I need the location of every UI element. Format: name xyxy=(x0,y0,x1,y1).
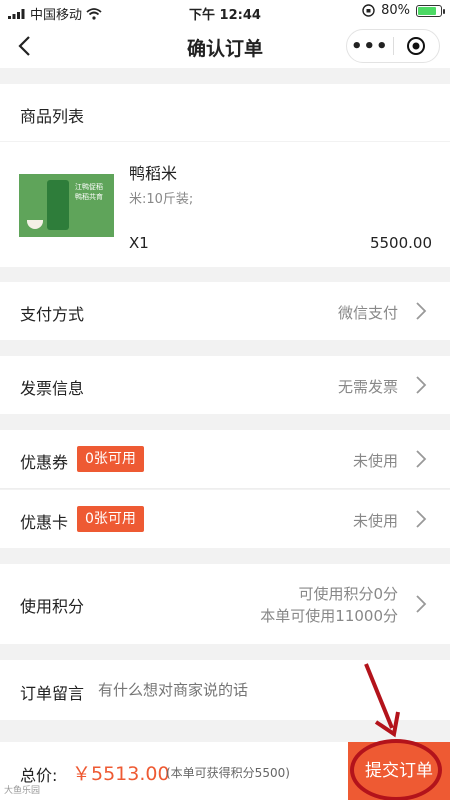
product-price: 5500.00 xyxy=(369,234,432,252)
total-price: ￥5513.00 xyxy=(72,763,170,785)
product-list-title: 商品列表 xyxy=(20,107,85,126)
order-remark-label: 订单留言 xyxy=(20,684,85,703)
chevron-right-icon xyxy=(416,510,427,528)
invoice-label: 发票信息 xyxy=(20,379,85,398)
annotation-arrow-icon xyxy=(364,663,400,738)
payment-method-label: 支付方式 xyxy=(20,305,85,324)
discount-card-count-badge: 0张可用 xyxy=(77,506,144,532)
points-available: 可使用积分0分 xyxy=(298,585,398,603)
product-quantity: X1 xyxy=(129,234,149,252)
coupon-row[interactable]: 优惠券 0张可用 未使用 xyxy=(0,430,450,489)
annotation-circle xyxy=(350,739,442,800)
chevron-right-icon xyxy=(416,302,427,320)
coupon-value: 未使用 xyxy=(352,452,398,470)
discount-card-label: 优惠卡 xyxy=(20,513,69,532)
status-bar: 中国移动 下午 12:44 80% xyxy=(0,0,450,24)
coupon-count-badge: 0张可用 xyxy=(77,446,144,472)
rice-bag-graphic xyxy=(47,180,69,230)
product-name: 鸭稻米 xyxy=(129,164,178,183)
invoice-row[interactable]: 发票信息 无需发票 xyxy=(0,356,450,414)
product-list-header: 商品列表 xyxy=(0,84,450,141)
invoice-value: 无需发票 xyxy=(337,378,398,396)
payment-method-value: 微信支付 xyxy=(337,304,398,322)
nav-bar: 确认订单 ••• xyxy=(0,24,450,68)
more-icon[interactable]: ••• xyxy=(347,36,393,57)
points-earned-note: (本单可获得积分5500) xyxy=(166,766,290,780)
coupon-label: 优惠券 xyxy=(20,453,69,472)
chevron-right-icon xyxy=(416,595,427,613)
miniprogram-capsule: ••• xyxy=(346,29,440,63)
watermark: 大鱼乐园 xyxy=(4,786,41,796)
product-image: 江鸭促稻 鸭稻共育 xyxy=(19,174,114,237)
discount-card-row[interactable]: 优惠卡 0张可用 未使用 xyxy=(0,490,450,548)
battery-percent: 80% xyxy=(381,3,410,18)
discount-card-value: 未使用 xyxy=(352,512,398,530)
chevron-right-icon xyxy=(416,450,427,468)
order-remark-input[interactable] xyxy=(98,677,338,703)
points-label: 使用积分 xyxy=(20,597,85,616)
points-usable: 本单可使用11000分 xyxy=(260,607,398,625)
close-miniprogram-icon[interactable] xyxy=(393,36,439,56)
payment-method-row[interactable]: 支付方式 微信支付 xyxy=(0,282,450,340)
product-image-text: 江鸭促稻 鸭稻共育 xyxy=(75,183,103,201)
product-spec: 米:10斤装; xyxy=(129,192,194,207)
orientation-lock-icon xyxy=(362,4,375,17)
points-row[interactable]: 使用积分 可使用积分0分 本单可使用11000分 xyxy=(0,564,450,644)
rice-bowl-graphic xyxy=(27,220,43,229)
chevron-right-icon xyxy=(416,376,427,394)
battery-icon xyxy=(416,4,445,17)
